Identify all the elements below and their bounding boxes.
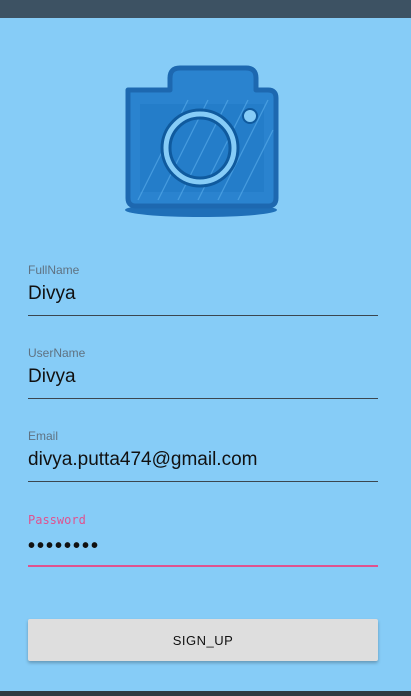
email-underline <box>28 481 378 482</box>
signup-button[interactable]: SIGN_UP <box>28 619 378 661</box>
username-label: UserName <box>28 346 86 360</box>
password-label: Password <box>28 513 86 527</box>
fullname-underline <box>28 315 378 316</box>
camera-icon <box>118 60 288 220</box>
password-input[interactable]: •••••••• <box>28 535 100 558</box>
password-underline <box>28 565 378 567</box>
email-input[interactable]: divya.putta474@gmail.com <box>28 449 257 471</box>
fullname-label: FullName <box>28 263 80 277</box>
username-underline <box>28 398 378 399</box>
fullname-input[interactable]: Divya <box>28 283 76 305</box>
navigation-bar <box>0 691 411 696</box>
status-bar <box>0 0 411 18</box>
username-input[interactable]: Divya <box>28 366 76 388</box>
email-label: Email <box>28 429 59 443</box>
